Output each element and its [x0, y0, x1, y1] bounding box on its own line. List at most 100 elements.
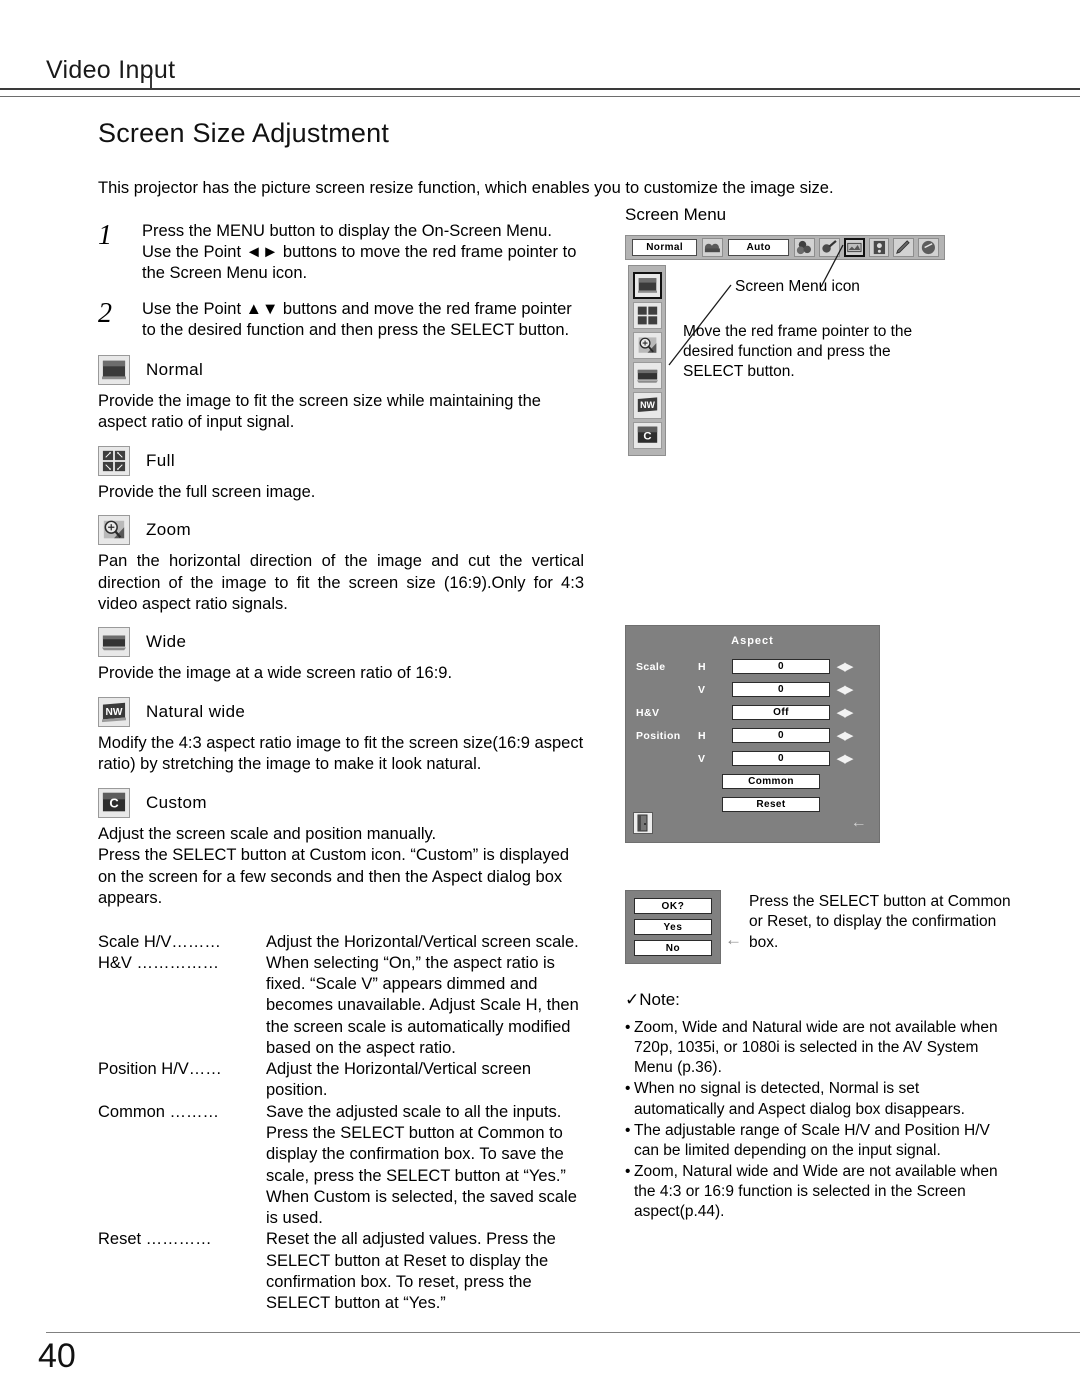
aspect-row-common[interactable]: Common	[626, 770, 879, 793]
illustration-column: Screen Menu Normal Auto NW C Screen Menu…	[625, 205, 1025, 1220]
mode-full: Full	[98, 445, 584, 476]
mode-zoom-label: Zoom	[146, 520, 192, 540]
mode-full-label: Full	[146, 450, 175, 470]
aspect-dialog-footer: ←	[626, 812, 879, 838]
definition-term-position: Position H/V……	[98, 1060, 222, 1079]
svg-text:NW: NW	[640, 400, 655, 410]
osd-system-label: Auto	[728, 239, 790, 256]
definition-desc-scale: Adjust the Horizontal/Vertical screen sc…	[266, 932, 579, 951]
quit-door-icon[interactable]	[633, 812, 653, 834]
definition-row-position: Position H/V…… Adjust the Horizontal/Ver…	[98, 1059, 584, 1102]
running-head: Video Input	[46, 56, 176, 84]
step-2-number: 2	[98, 297, 112, 329]
mode-natural-wide: NW Natural wide	[98, 696, 584, 727]
aspect-reset-button[interactable]: Reset	[722, 797, 820, 812]
mode-custom: C Custom	[98, 787, 584, 818]
confirmation-box[interactable]: OK? Yes No	[625, 890, 721, 964]
sound-icon[interactable]	[868, 238, 890, 257]
aspect-value-position-h[interactable]: 0	[732, 728, 830, 743]
note-block: ✓Note: • Zoom, Wide and Natural wide are…	[625, 990, 1005, 1223]
definition-row-scale: Scale H/V……… Adjust the Horizontal/Verti…	[98, 932, 584, 953]
osd-input-label: Normal	[632, 239, 698, 256]
header-rule-bottom	[0, 96, 1080, 97]
footer-rule	[46, 1332, 1080, 1333]
video-source-icon[interactable]	[702, 238, 724, 257]
strip-zoom-icon[interactable]	[632, 332, 662, 359]
aspect-axis-scale-h: H	[698, 660, 706, 673]
wide-screen-icon	[98, 627, 130, 658]
aspect-axis-scale-v: V	[698, 683, 706, 696]
aspect-common-button[interactable]: Common	[722, 774, 820, 789]
strip-natural-wide-icon[interactable]: NW	[632, 392, 662, 419]
information-icon[interactable]	[918, 238, 940, 257]
confirmation-yes-button[interactable]: Yes	[634, 919, 712, 935]
aspect-row-position-v[interactable]: V 0 ◀▶	[626, 747, 879, 770]
osd-menu-bar[interactable]: Normal Auto	[625, 235, 945, 260]
aspect-arrows-position-v[interactable]: ◀▶	[837, 752, 853, 765]
svg-text:NW: NW	[106, 707, 123, 718]
mode-normal-label: Normal	[146, 359, 204, 379]
aspect-label-scale: Scale	[636, 660, 666, 673]
normal-screen-icon	[98, 354, 130, 385]
note-text-4: Zoom, Natural wide and Wide are not avai…	[634, 1162, 998, 1221]
screen-icon[interactable]	[843, 238, 865, 257]
color-adjust-icon[interactable]	[794, 238, 816, 257]
screen-menu-caption: Screen Menu	[625, 205, 727, 224]
parameter-definition-list: Scale H/V……… Adjust the Horizontal/Verti…	[98, 932, 584, 1315]
mode-natural-wide-label: Natural wide	[146, 701, 246, 721]
step-1: 1 Press the MENU button to display the O…	[98, 221, 584, 284]
aspect-row-scale-h[interactable]: Scale H 0 ◀▶	[626, 655, 879, 678]
note-item-4: • Zoom, Natural wide and Wide are not av…	[625, 1162, 1005, 1222]
strip-wide-screen-icon[interactable]	[632, 362, 662, 389]
aspect-value-hv[interactable]: Off	[732, 705, 830, 720]
note-bullet-2: •	[625, 1080, 631, 1098]
aspect-row-hv[interactable]: H&V Off ◀▶	[626, 701, 879, 724]
strip-normal-screen-icon[interactable]	[632, 272, 662, 299]
note-item-2: • When no signal is detected, Normal is …	[625, 1079, 1005, 1119]
aspect-row-scale-v[interactable]: V 0 ◀▶	[626, 678, 879, 701]
setting-icon[interactable]	[893, 238, 915, 257]
definition-term-reset: Reset …………	[98, 1230, 212, 1249]
aspect-dialog-title: Aspect	[731, 635, 774, 647]
svg-text:C: C	[643, 431, 651, 443]
note-text-2: When no signal is detected, Normal is se…	[634, 1080, 965, 1118]
aspect-axis-position-v: V	[698, 752, 706, 765]
mode-custom-label: Custom	[146, 792, 207, 812]
strip-custom-icon[interactable]: C	[632, 422, 662, 449]
step-1-text: Press the MENU button to display the On-…	[142, 222, 577, 283]
zoom-icon	[98, 515, 130, 546]
aspect-dialog[interactable]: Aspect Scale H 0 ◀▶ V 0 ◀▶ H&V Off ◀▶ Po…	[625, 625, 880, 843]
mode-wide: Wide	[98, 627, 584, 658]
image-adjust-icon[interactable]	[819, 238, 840, 257]
mode-custom-desc: Adjust the screen scale and position man…	[98, 824, 570, 908]
definition-term-common: Common ………	[98, 1102, 220, 1121]
aspect-row-position-h[interactable]: Position H 0 ◀▶	[626, 724, 879, 747]
definition-desc-hv: When selecting “On,” the aspect ratio is…	[266, 953, 579, 1057]
aspect-label-hv: H&V	[636, 706, 660, 719]
definition-desc-common: Save the adjusted scale to all the input…	[266, 1102, 577, 1228]
mode-normal-desc: Provide the image to fit the screen size…	[98, 391, 541, 432]
aspect-arrows-position-h[interactable]: ◀▶	[837, 729, 853, 742]
aspect-value-position-v[interactable]: 0	[732, 751, 830, 766]
osd-screen-icon-strip[interactable]: NW C	[628, 265, 666, 456]
definition-row-common: Common ……… Save the adjusted scale to al…	[98, 1102, 584, 1230]
definition-term-scale: Scale H/V………	[98, 932, 221, 951]
aspect-arrows-hv[interactable]: ◀▶	[837, 706, 853, 719]
full-screen-icon	[98, 445, 130, 476]
mode-zoom: Zoom	[98, 515, 584, 546]
main-content-column: Screen Size Adjustment This projector ha…	[98, 118, 834, 1315]
strip-full-screen-icon[interactable]	[632, 302, 662, 329]
definition-desc-position: Adjust the Horizontal/Vertical screen po…	[266, 1060, 532, 1100]
aspect-back-arrow[interactable]: ←	[851, 814, 867, 832]
aspect-value-scale-h[interactable]: 0	[732, 659, 830, 674]
aspect-arrows-scale-v[interactable]: ◀▶	[837, 683, 853, 696]
note-bullet-4: •	[625, 1162, 631, 1180]
callout-screen-menu-icon: Screen Menu icon	[735, 278, 860, 295]
confirmation-no-button[interactable]: No	[634, 940, 712, 956]
aspect-label-position: Position	[636, 729, 681, 742]
aspect-arrows-scale-h[interactable]: ◀▶	[837, 660, 853, 673]
aspect-axis-position-h: H	[698, 729, 706, 742]
page-number: 40	[38, 1337, 76, 1375]
definition-term-hv: H&V ……………	[98, 953, 220, 972]
aspect-value-scale-v[interactable]: 0	[732, 682, 830, 697]
